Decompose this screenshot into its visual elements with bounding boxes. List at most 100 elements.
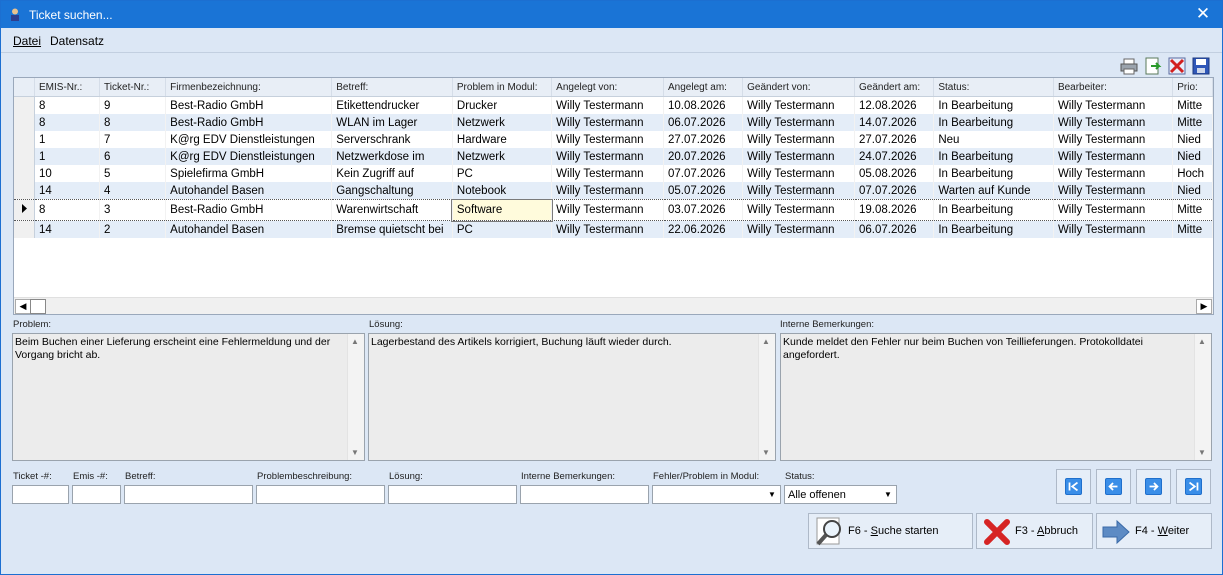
table-cell[interactable]: Neu xyxy=(933,131,1054,148)
table-cell[interactable]: 27.07.2026 xyxy=(663,131,744,148)
table-cell[interactable]: Bremse quietscht bei xyxy=(331,220,453,238)
table-cell[interactable]: 14 xyxy=(34,182,101,200)
column-header[interactable]: Bearbeiter: xyxy=(1053,78,1174,97)
scroll-down-icon[interactable]: ▼ xyxy=(1198,448,1206,457)
table-cell[interactable]: 10 xyxy=(34,165,101,182)
table-cell[interactable]: Nied xyxy=(1172,182,1213,200)
table-cell[interactable]: Kein Zugriff auf xyxy=(331,165,453,182)
table-cell[interactable]: Nied xyxy=(1172,131,1213,148)
table-cell[interactable]: 06.07.2026 xyxy=(854,220,935,238)
table-cell[interactable]: 8 xyxy=(34,199,101,221)
table-cell[interactable]: Mitte xyxy=(1172,220,1213,238)
table-cell[interactable]: Willy Testermann xyxy=(1053,199,1174,221)
table-cell[interactable]: 8 xyxy=(34,96,101,114)
row-indicator[interactable] xyxy=(14,165,35,182)
scroll-down-icon[interactable]: ▼ xyxy=(351,448,359,457)
table-cell[interactable]: 27.07.2026 xyxy=(854,131,935,148)
table-cell[interactable]: 5 xyxy=(99,165,167,182)
table-cell[interactable]: 9 xyxy=(99,96,167,114)
betreff-input[interactable] xyxy=(124,485,253,504)
scroll-up-icon[interactable]: ▲ xyxy=(762,337,770,346)
row-indicator[interactable] xyxy=(14,96,35,114)
table-cell[interactable]: Hoch xyxy=(1172,165,1213,182)
table-cell[interactable]: Notebook xyxy=(452,182,553,200)
table-cell[interactable]: Netzwerkdose im xyxy=(331,148,453,165)
table-cell[interactable]: Willy Testermann xyxy=(742,148,855,165)
table-cell[interactable]: In Bearbeitung xyxy=(933,199,1054,221)
table-cell[interactable]: Mitte xyxy=(1172,199,1213,221)
problem-memo[interactable]: Beim Buchen einer Lieferung erscheint ei… xyxy=(12,333,365,461)
table-cell[interactable]: Willy Testermann xyxy=(1053,148,1174,165)
table-cell[interactable]: Nied xyxy=(1172,148,1213,165)
table-cell[interactable]: 05.08.2026 xyxy=(854,165,935,182)
table-cell[interactable]: 20.07.2026 xyxy=(663,148,744,165)
table-cell[interactable]: 12.08.2026 xyxy=(854,96,935,114)
scroll-down-icon[interactable]: ▼ xyxy=(762,448,770,457)
table-cell[interactable]: Willy Testermann xyxy=(1053,182,1174,200)
loesung-scrollbar[interactable]: ▲ ▼ xyxy=(758,334,775,460)
row-indicator[interactable] xyxy=(14,182,35,200)
column-header[interactable]: Geändert von: xyxy=(742,78,855,97)
table-cell[interactable]: Best-Radio GmbH xyxy=(165,199,333,221)
table-cell[interactable]: 4 xyxy=(99,182,167,200)
menu-datensatz[interactable]: Datensatz xyxy=(50,34,104,48)
table-cell[interactable]: 1 xyxy=(34,131,101,148)
table-cell[interactable]: Etikettendrucker xyxy=(331,96,453,114)
scroll-right-icon[interactable]: ▶ xyxy=(1196,299,1212,314)
table-cell[interactable]: 22.06.2026 xyxy=(663,220,744,238)
table-cell[interactable]: Software xyxy=(451,198,553,222)
table-cell[interactable]: PC xyxy=(452,165,553,182)
interne-memo[interactable]: Kunde meldet den Fehler nur beim Buchen … xyxy=(780,333,1212,461)
next-record-button[interactable] xyxy=(1136,469,1171,504)
chevron-down-icon[interactable]: ▼ xyxy=(764,486,780,503)
table-cell[interactable]: In Bearbeitung xyxy=(933,165,1054,182)
table-row[interactable]: 1 7 K@rg EDV Dienstleistungen Serverschrank… xyxy=(14,131,1213,148)
table-cell[interactable]: Hardware xyxy=(452,131,553,148)
table-cell[interactable]: Willy Testermann xyxy=(551,182,664,200)
table-row[interactable]: 8 9 Best-Radio GmbH Etikettendrucker Drucker… xyxy=(14,96,1213,114)
interne-input[interactable] xyxy=(520,485,649,504)
problem-scrollbar[interactable]: ▲ ▼ xyxy=(347,334,364,460)
column-header[interactable]: Firmenbezeichnung: xyxy=(165,78,333,97)
search-start-button[interactable]: F6 - Suche starten xyxy=(808,513,973,549)
table-cell[interactable]: 19.08.2026 xyxy=(854,199,935,221)
chevron-down-icon[interactable]: ▼ xyxy=(880,486,896,503)
cancel-button[interactable]: F3 - Abbruch xyxy=(976,513,1093,549)
table-cell[interactable]: Serverschrank xyxy=(331,131,453,148)
table-cell[interactable]: 05.07.2026 xyxy=(663,182,744,200)
table-cell[interactable]: 1 xyxy=(34,148,101,165)
table-row[interactable]: 10 5 Spielefirma GmbH Kein Zugriff auf PC Wil… xyxy=(14,165,1213,182)
scroll-up-icon[interactable]: ▲ xyxy=(1198,337,1206,346)
table-cell[interactable]: Willy Testermann xyxy=(551,131,664,148)
table-cell[interactable]: Willy Testermann xyxy=(551,148,664,165)
table-cell[interactable]: 7 xyxy=(99,131,167,148)
previous-record-button[interactable] xyxy=(1096,469,1131,504)
table-cell[interactable]: Mitte xyxy=(1172,114,1213,131)
table-cell[interactable]: Warten auf Kunde xyxy=(933,182,1054,200)
table-cell[interactable]: Mitte xyxy=(1172,96,1213,114)
emis-number-input[interactable] xyxy=(72,485,121,504)
table-cell[interactable]: Willy Testermann xyxy=(742,96,855,114)
column-header[interactable]: Betreff: xyxy=(331,78,453,97)
export-icon[interactable] xyxy=(1144,57,1162,75)
loesung-input[interactable] xyxy=(388,485,517,504)
table-cell[interactable]: Willy Testermann xyxy=(551,114,664,131)
column-header[interactable]: Problem in Modul: xyxy=(452,78,553,97)
table-cell[interactable]: K@rg EDV Dienstleistungen xyxy=(165,131,333,148)
table-cell[interactable]: Autohandel Basen xyxy=(165,182,333,200)
scroll-up-icon[interactable]: ▲ xyxy=(351,337,359,346)
table-cell[interactable]: Willy Testermann xyxy=(742,131,855,148)
interne-scrollbar[interactable]: ▲ ▼ xyxy=(1194,334,1211,460)
column-header[interactable]: Ticket-Nr.: xyxy=(99,78,167,97)
save-icon[interactable] xyxy=(1192,57,1210,75)
table-cell[interactable]: 07.07.2026 xyxy=(854,182,935,200)
next-button[interactable]: F4 - Weiter xyxy=(1096,513,1212,549)
table-cell[interactable]: Willy Testermann xyxy=(1053,114,1174,131)
table-cell[interactable]: 14.07.2026 xyxy=(854,114,935,131)
column-header[interactable]: Geändert am: xyxy=(854,78,935,97)
column-header[interactable]: Angelegt am: xyxy=(663,78,744,97)
table-row[interactable]: 1 6 K@rg EDV Dienstleistungen Netzwerkdose … xyxy=(14,148,1213,165)
table-cell[interactable]: Willy Testermann xyxy=(1053,131,1174,148)
table-cell[interactable]: Drucker xyxy=(452,96,553,114)
table-cell[interactable]: Willy Testermann xyxy=(1053,220,1174,238)
